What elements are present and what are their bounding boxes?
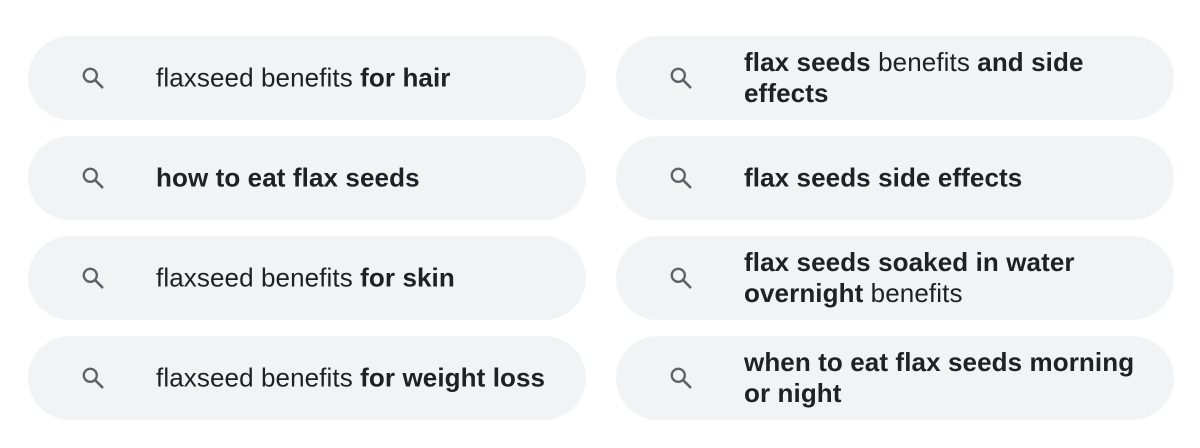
search-icon [668,65,694,91]
search-icon [668,365,694,391]
search-icon [668,165,694,191]
related-search-chip[interactable]: when to eat flax seeds morning or night [616,336,1174,420]
related-searches-grid: flaxseed benefits for hair flax seeds ben… [28,36,1174,420]
related-search-chip[interactable]: flax seeds soaked in water overnight ben… [616,236,1174,320]
related-search-chip[interactable]: flax seeds side effects [616,136,1174,220]
suggestion-segment: flaxseed benefits [156,62,361,93]
related-search-chip[interactable]: flaxseed benefits for skin [28,236,586,320]
suggestion-text: flax seeds soaked in water overnight ben… [744,247,1144,309]
search-icon [80,65,106,91]
suggestion-bold-segment: when to eat flax seeds morning or night [744,347,1135,408]
related-search-chip[interactable]: flax seeds benefits and side effects [616,36,1174,120]
suggestion-bold-segment: flax seeds [744,47,871,77]
suggestion-text: flaxseed benefits for hair [156,63,556,94]
search-icon [668,265,694,291]
suggestion-bold-segment: for weight loss [360,362,546,393]
suggestion-segment: benefits [863,278,963,308]
search-icon [80,265,106,291]
search-icon [80,365,106,391]
related-search-chip[interactable]: flaxseed benefits for hair [28,36,586,120]
suggestion-text: flax seeds side effects [744,163,1144,194]
suggestion-text: flaxseed benefits for skin [156,263,556,294]
related-search-chip[interactable]: flaxseed benefits for weight loss [28,336,586,420]
suggestion-text: flax seeds benefits and side effects [744,47,1144,109]
suggestion-text: when to eat flax seeds morning or night [744,347,1144,409]
suggestion-bold-segment: how to eat flax seeds [156,162,420,193]
suggestion-segment: benefits [870,47,978,77]
suggestion-bold-segment: for skin [360,262,455,293]
related-search-chip[interactable]: how to eat flax seeds [28,136,586,220]
suggestion-text: flaxseed benefits for weight loss [156,363,556,394]
suggestion-text: how to eat flax seeds [156,163,556,194]
suggestion-bold-segment: for hair [360,62,451,93]
suggestion-segment: flaxseed benefits [156,262,361,293]
search-icon [80,165,106,191]
suggestion-segment: flaxseed benefits [156,362,361,393]
suggestion-bold-segment: flax seeds side effects [744,162,1023,193]
